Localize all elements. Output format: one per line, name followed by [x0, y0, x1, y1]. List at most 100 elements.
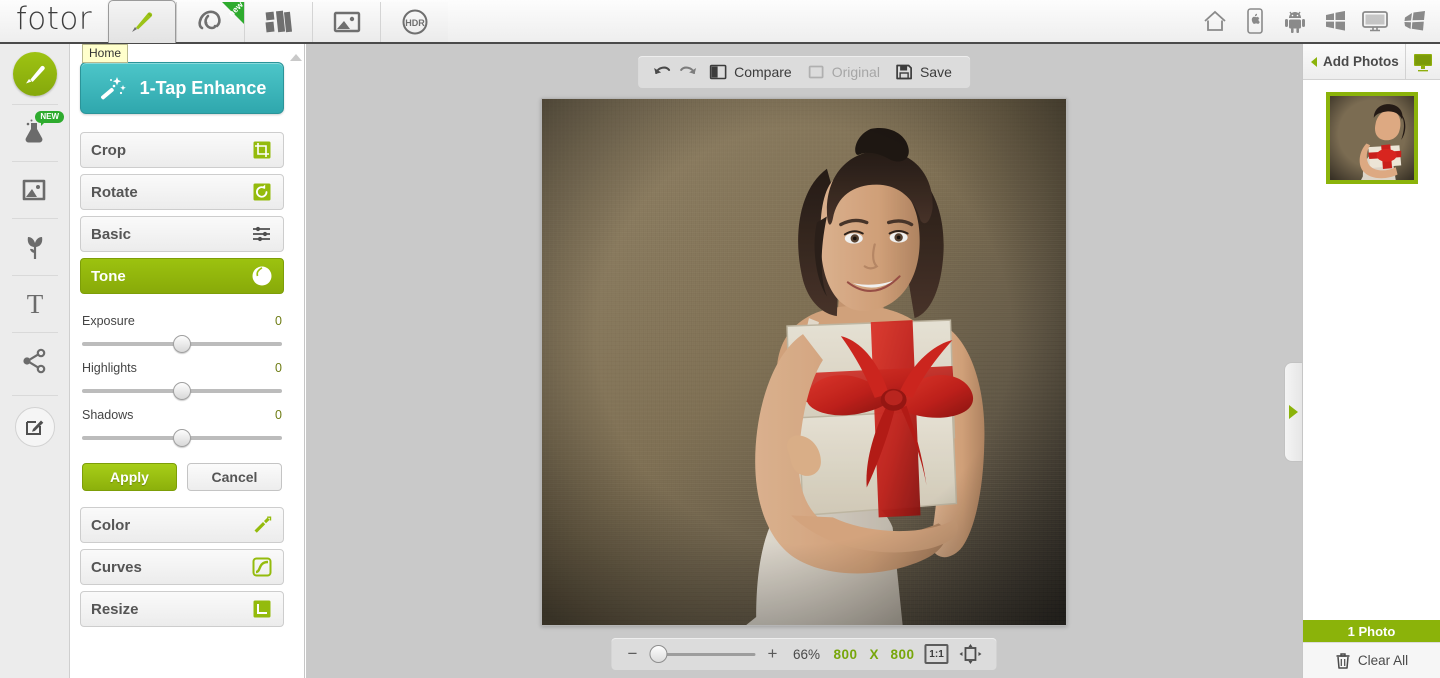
tool-row-tone[interactable]: Tone: [80, 258, 284, 294]
top-toolbar: fotor new HDR: [0, 0, 1440, 44]
sidebar-item-text[interactable]: T: [0, 276, 70, 332]
sidebar-item-edit[interactable]: [0, 44, 70, 104]
slider-handle-highlights[interactable]: [173, 382, 191, 400]
save-button[interactable]: Save: [890, 62, 956, 82]
fit-to-screen-icon[interactable]: [959, 643, 983, 665]
slider-header-shadows: Shadows 0: [82, 408, 282, 422]
dimension-separator: X: [869, 646, 879, 662]
original-checkbox-icon: [806, 62, 826, 82]
main-tab-bar: new HDR: [108, 0, 448, 43]
tool-label-rotate: Rotate: [91, 183, 138, 201]
slider-header-exposure: Exposure 0: [82, 314, 282, 328]
text-icon: T: [20, 289, 50, 319]
zoom-out-button[interactable]: −: [625, 644, 639, 664]
image-height-label: 800: [890, 646, 915, 662]
compare-label: Compare: [734, 64, 792, 80]
tool-row-resize[interactable]: Resize: [80, 591, 284, 627]
original-button[interactable]: Original: [802, 62, 884, 82]
redo-icon[interactable]: [678, 62, 698, 82]
sidebar-item-effects[interactable]: [0, 219, 70, 275]
slider-value-highlights: 0: [275, 361, 282, 375]
share-icon: [20, 347, 50, 375]
tool-label-basic: Basic: [91, 225, 132, 243]
collage-tab[interactable]: [244, 2, 312, 42]
panel-collapse-handle[interactable]: [1284, 362, 1302, 462]
new-ribbon: new: [222, 0, 245, 24]
canvas-area: Compare Original Save − + 66% 800 X 800 …: [306, 44, 1302, 678]
clear-all-button[interactable]: Clear All: [1303, 642, 1440, 678]
resize-icon: [251, 598, 273, 620]
edit-tab[interactable]: [108, 0, 176, 43]
tool-row-crop[interactable]: Crop: [80, 132, 284, 168]
tool-label-color: Color: [91, 516, 131, 534]
windows-icon[interactable]: [1398, 4, 1432, 38]
chevron-left-icon: [1311, 56, 1317, 67]
zoom-slider[interactable]: [649, 645, 756, 663]
slider-highlights[interactable]: [82, 382, 282, 400]
slider-label-shadows: Shadows: [82, 408, 134, 422]
image-width-label: 800: [833, 646, 858, 662]
photo-tab[interactable]: [312, 2, 380, 42]
zoom-slider-handle[interactable]: [649, 645, 668, 663]
one-tap-enhance-button[interactable]: 1-Tap Enhance: [80, 62, 284, 114]
sidebar-item-draw[interactable]: [0, 396, 70, 458]
home-icon[interactable]: [1198, 4, 1232, 38]
sidebar-item-scenes[interactable]: [0, 162, 70, 218]
svg-text:HDR: HDR: [405, 18, 425, 28]
flower-icon: [21, 232, 49, 262]
sidebar-item-beauty[interactable]: NEW: [0, 105, 70, 161]
compare-button[interactable]: Compare: [704, 62, 796, 82]
tool-row-curves[interactable]: Curves: [80, 549, 284, 585]
add-photos-button[interactable]: Add Photos: [1303, 44, 1405, 79]
magic-wand-icon: [98, 74, 128, 102]
scroll-up-arrow[interactable]: [290, 54, 302, 61]
zoom-in-button[interactable]: +: [765, 644, 779, 664]
face-icon: [196, 8, 226, 36]
iphone-icon[interactable]: [1238, 4, 1272, 38]
slider-handle-shadows[interactable]: [173, 429, 191, 447]
tool-label-curves: Curves: [91, 558, 142, 576]
beauty-tab[interactable]: new: [176, 0, 245, 42]
canvas-toolbar: Compare Original Save: [638, 56, 970, 88]
image-icon: [20, 176, 50, 204]
windows8-icon[interactable]: [1318, 4, 1352, 38]
tool-label-crop: Crop: [91, 141, 126, 159]
tool-row-basic[interactable]: Basic: [80, 216, 284, 252]
one-tap-enhance-label: 1-Tap Enhance: [139, 77, 267, 98]
compare-split-icon: [708, 62, 728, 82]
photo-canvas[interactable]: [541, 98, 1067, 626]
slider-handle-exposure[interactable]: [173, 335, 191, 353]
apply-button[interactable]: Apply: [82, 463, 177, 491]
thumbnail-image: [1329, 96, 1414, 180]
slider-label-highlights: Highlights: [82, 361, 137, 375]
hdr-tab[interactable]: HDR: [380, 2, 448, 42]
sidebar-item-share[interactable]: [0, 333, 70, 389]
platform-icon-group: [1198, 0, 1440, 42]
slider-shadows[interactable]: [82, 429, 282, 447]
tool-row-color[interactable]: Color: [80, 507, 284, 543]
slider-header-highlights: Highlights 0: [82, 361, 282, 375]
trash-icon: [1335, 652, 1351, 670]
tone-sliders: Exposure 0 Highlights 0 Shadows 0 Apply …: [80, 300, 284, 491]
cancel-button[interactable]: Cancel: [187, 463, 282, 491]
slider-exposure[interactable]: [82, 335, 282, 353]
zoom-toolbar: − + 66% 800 X 800 1:1: [611, 638, 997, 670]
crop-icon: [251, 139, 273, 161]
tool-row-rotate[interactable]: Rotate: [80, 174, 284, 210]
actual-size-button[interactable]: 1:1: [924, 644, 949, 664]
from-computer-button[interactable]: [1405, 44, 1440, 79]
panel-scrollbar[interactable]: [290, 54, 302, 668]
fotor-app-window: fotor new HDR Home NEW T 1-Tap Enhance C…: [0, 0, 1440, 678]
photo-thumbnail-1[interactable]: [1325, 92, 1418, 184]
undo-icon[interactable]: [652, 62, 672, 82]
home-tooltip: Home: [82, 44, 129, 63]
monitor-icon: [1412, 52, 1434, 72]
slider-label-exposure: Exposure: [82, 314, 135, 328]
chevron-right-icon: [1289, 405, 1298, 419]
color-tube-icon: [251, 514, 273, 536]
add-photos-label: Add Photos: [1323, 54, 1399, 69]
draw-button-circle: [15, 407, 55, 447]
android-icon[interactable]: [1278, 4, 1312, 38]
mac-icon[interactable]: [1358, 4, 1392, 38]
edited-photo: [542, 99, 1066, 625]
